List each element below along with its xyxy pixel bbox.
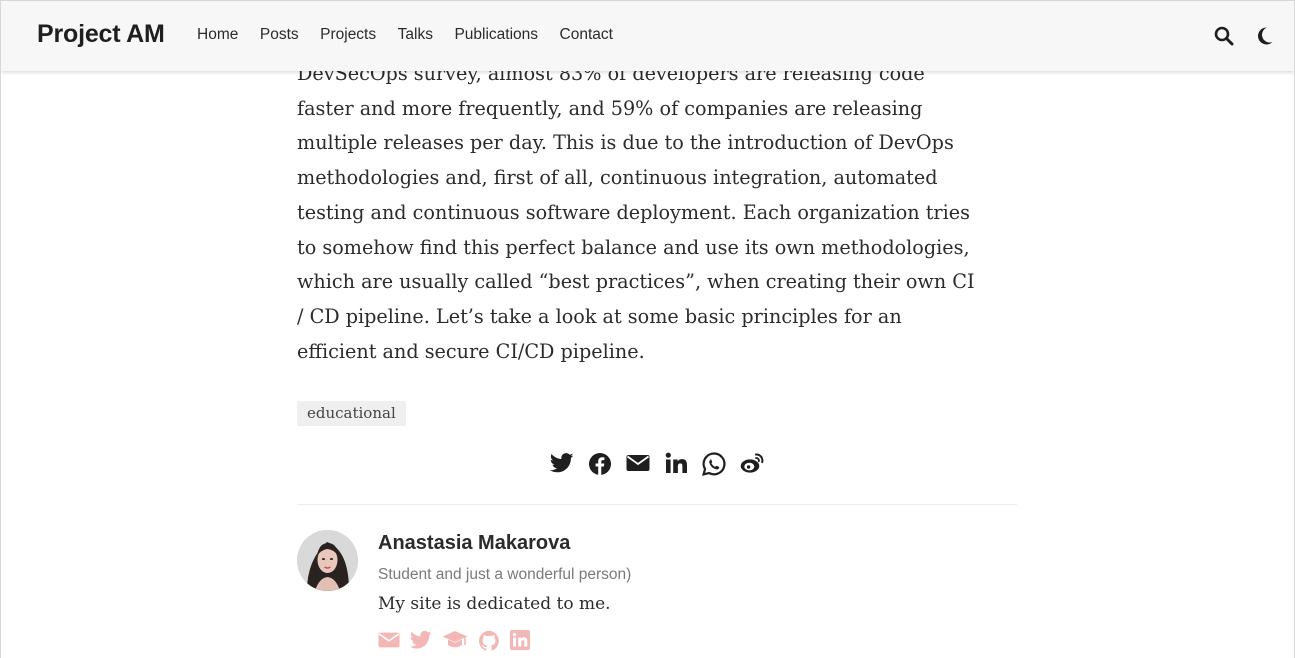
tag-educational[interactable]: educational	[297, 401, 406, 426]
linkedin-icon[interactable]	[664, 452, 688, 476]
twitter-icon[interactable]	[550, 452, 574, 476]
linkedin-icon[interactable]	[510, 630, 530, 652]
article-line: methodologies and, first of all, continu…	[297, 166, 938, 190]
nav-link-home[interactable]: Home	[197, 26, 238, 44]
site-brand[interactable]: Project AM	[37, 20, 165, 49]
nav-menu: Home Posts Projects Talks Publications C…	[197, 26, 634, 44]
article-line: testing and continuous software deployme…	[297, 200, 970, 224]
nav-link-publications[interactable]: Publications	[454, 26, 538, 44]
facebook-icon[interactable]	[588, 452, 612, 476]
nav-link-posts[interactable]: Posts	[260, 26, 299, 44]
nav-link-projects[interactable]: Projects	[320, 26, 376, 44]
navbar: Project AM Home Posts Projects Talks Pub…	[1, 1, 1294, 71]
article-line: / CD pipeline. Let’s take a look at some…	[297, 304, 902, 328]
author-role: Student and just a wonderful person)	[378, 566, 632, 583]
article-line: which are usually called “best practices…	[297, 270, 975, 294]
article-line: multiple releases per day. This is due t…	[297, 131, 954, 155]
share-bar	[550, 452, 764, 476]
nav-link-talks[interactable]: Talks	[398, 26, 433, 44]
weibo-icon[interactable]	[740, 452, 764, 476]
article-line: faster and more frequently, and 59% of c…	[297, 96, 923, 120]
email-icon[interactable]	[626, 452, 650, 476]
nav-link-contact[interactable]: Contact	[560, 26, 613, 44]
article-paragraph: DevSecOps survey, almost 83% of develope…	[297, 57, 1017, 369]
article-line: efficient and secure CI/CD pipeline.	[297, 339, 645, 363]
github-icon[interactable]	[478, 630, 500, 652]
twitter-icon[interactable]	[410, 630, 432, 652]
article-line: to somehow find this perfect balance and…	[297, 235, 970, 259]
divider	[297, 504, 1017, 505]
moon-icon[interactable]	[1256, 26, 1274, 46]
author-links	[378, 630, 530, 652]
search-icon[interactable]	[1214, 26, 1234, 46]
whatsapp-icon[interactable]	[702, 452, 726, 476]
author-name[interactable]: Anastasia Makarova	[378, 532, 570, 555]
nav-tools	[1214, 26, 1274, 46]
graduation-cap-icon[interactable]	[442, 630, 468, 652]
avatar	[297, 530, 358, 591]
browser-viewport: Project AM Home Posts Projects Talks Pub…	[0, 0, 1295, 658]
author-bio: My site is dedicated to me.	[378, 594, 611, 614]
email-icon[interactable]	[378, 630, 400, 652]
